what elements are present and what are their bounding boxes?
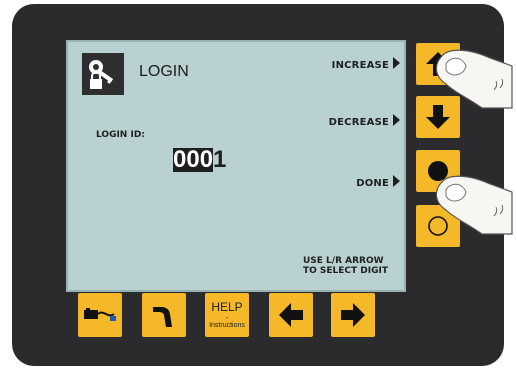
left-arrow-button[interactable] xyxy=(269,293,313,337)
softkey-label-decrease: DECREASE xyxy=(329,114,400,128)
help-label: HELP xyxy=(211,299,243,314)
softkey-label-increase: INCREASE xyxy=(332,57,400,71)
screen-title: LOGIN xyxy=(139,63,189,80)
pointer-triangle-icon xyxy=(393,175,400,187)
help-button[interactable]: HELP - Instructions xyxy=(205,293,249,337)
keys-lock-icon xyxy=(82,53,124,95)
help-separator: - xyxy=(225,312,229,322)
pointer-triangle-icon xyxy=(393,114,400,126)
decrease-label-text: DECREASE xyxy=(328,117,389,128)
welding-gun-icon xyxy=(153,307,172,327)
pressing-finger-illustration xyxy=(435,175,513,235)
login-id-selected-digit: 1 xyxy=(213,146,227,173)
welding-gun-button[interactable] xyxy=(142,293,186,337)
hint-text: USE L/R ARROW TO SELECT DIGIT xyxy=(303,256,388,276)
softkey-label-done: DONE xyxy=(356,175,400,189)
done-label-text: DONE xyxy=(356,178,389,189)
arrow-left-icon xyxy=(279,303,303,327)
hint-line: TO SELECT DIGIT xyxy=(302,266,388,276)
increase-label-text: INCREASE xyxy=(331,60,389,71)
login-id-value: 000 1 xyxy=(173,148,226,172)
right-arrow-button[interactable] xyxy=(331,293,375,337)
lcd-screen: LOGIN INCREASE DECREASE DONE LOGIN ID: 0… xyxy=(66,40,406,292)
machine-icon xyxy=(84,308,116,321)
pressing-finger-illustration xyxy=(435,49,513,109)
hint-line: USE L/R ARROW xyxy=(302,256,384,266)
login-id-label: LOGIN ID: xyxy=(96,130,145,140)
help-subtitle: Instructions xyxy=(209,321,245,329)
machine-button[interactable] xyxy=(78,293,122,337)
login-id-digits: 000 xyxy=(173,146,214,173)
arrow-right-icon xyxy=(341,303,365,327)
pointer-triangle-icon xyxy=(393,57,400,69)
